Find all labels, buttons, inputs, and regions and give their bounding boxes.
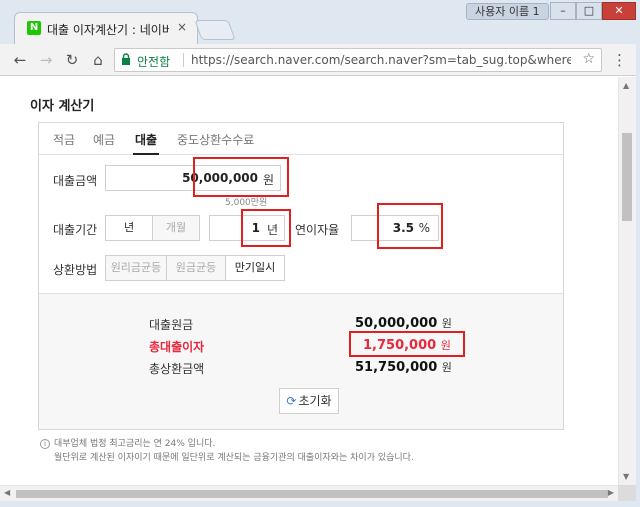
lock-icon bbox=[122, 53, 130, 65]
browser-tab[interactable]: N 대출 이자계산기 : 네이버 × bbox=[14, 12, 198, 44]
naver-favicon-icon: N bbox=[27, 21, 41, 35]
principal-amount: 50,000,000 bbox=[355, 316, 438, 331]
refresh-icon: ⟳ bbox=[286, 394, 297, 408]
horizontal-scroll-thumb[interactable] bbox=[16, 490, 608, 498]
calculator-tabs: 적금 예금 대출 중도상환수수료 bbox=[39, 123, 563, 155]
browser-toolbar: ← → ↻ ⌂ 안전함 https://search.naver.com/sea… bbox=[0, 44, 640, 76]
period-year-button[interactable]: 년 bbox=[105, 215, 153, 241]
principal-unit: 원 bbox=[441, 317, 452, 330]
browser-menu-icon[interactable]: ⋮ bbox=[612, 50, 627, 70]
scroll-left-icon[interactable]: ◀ bbox=[4, 488, 10, 497]
period-label: 대출기간 bbox=[53, 223, 98, 237]
window-titlebar: N 대출 이자계산기 : 네이버 × 사용자 이름 1 – □ ✕ bbox=[0, 0, 640, 44]
horizontal-scrollbar[interactable]: ◀ ▶ bbox=[0, 485, 618, 501]
scrollbar-corner bbox=[618, 485, 636, 501]
tab-close-icon[interactable]: × bbox=[177, 20, 187, 34]
principal-label: 대출원금 bbox=[149, 318, 194, 332]
tab-title: 대출 이자계산기 : 네이버 bbox=[47, 23, 169, 37]
rate-label: 연이자율 bbox=[295, 223, 340, 237]
total-value: 51,750,000 원 bbox=[355, 359, 452, 375]
amount-highlight-box bbox=[193, 157, 289, 197]
rate-highlight-box bbox=[377, 203, 443, 249]
scroll-up-icon[interactable]: ▲ bbox=[623, 81, 629, 90]
reset-label: 초기화 bbox=[298, 394, 332, 408]
window-frame-bottom bbox=[0, 501, 640, 507]
scroll-down-icon[interactable]: ▼ bbox=[623, 472, 629, 481]
profile-button[interactable]: 사용자 이름 1 bbox=[466, 3, 549, 20]
interest-label: 총대출이자 bbox=[149, 340, 205, 354]
page-viewport: 이자 계산기 적금 예금 대출 중도상환수수료 대출금액 50,000,000 … bbox=[0, 77, 618, 485]
calculator-card: 적금 예금 대출 중도상환수수료 대출금액 50,000,000 원 5,000… bbox=[38, 122, 564, 430]
window-frame-right bbox=[636, 44, 640, 507]
repay-bullet-button[interactable]: 만기일시 bbox=[225, 255, 285, 281]
new-tab-button[interactable] bbox=[194, 20, 236, 40]
tab-deposit[interactable]: 예금 bbox=[93, 131, 115, 148]
total-label: 총상환금액 bbox=[149, 362, 205, 376]
tab-loan[interactable]: 대출 bbox=[132, 131, 160, 155]
calculator-title: 이자 계산기 bbox=[30, 99, 95, 114]
vertical-scrollbar[interactable]: ▲ ▼ bbox=[618, 77, 636, 485]
result-panel: 대출원금 50,000,000 원 총대출이자 1,750,000 원 총상환금… bbox=[39, 293, 563, 429]
interest-highlight-box bbox=[349, 331, 465, 357]
reset-button[interactable]: ⟳ 초기화 bbox=[279, 388, 339, 414]
close-window-button[interactable]: ✕ bbox=[602, 2, 636, 20]
reload-icon[interactable]: ↻ bbox=[62, 50, 82, 70]
back-arrow-icon[interactable]: ← bbox=[10, 50, 30, 70]
note-line-1: i 대부업체 법정 최고금리는 연 24% 입니다. bbox=[40, 437, 414, 451]
tab-prepayment-fee[interactable]: 중도상환수수료 bbox=[177, 131, 254, 148]
secure-label: 안전함 bbox=[137, 55, 171, 69]
note-text-1: 대부업체 법정 최고금리는 연 24% 입니다. bbox=[54, 439, 216, 449]
tab-savings[interactable]: 적금 bbox=[53, 131, 75, 148]
address-separator bbox=[183, 53, 184, 67]
info-icon: i bbox=[40, 439, 50, 449]
forward-arrow-icon[interactable]: → bbox=[36, 50, 56, 70]
address-bar[interactable]: 안전함 https://search.naver.com/search.nave… bbox=[114, 48, 602, 72]
total-amount: 51,750,000 bbox=[355, 360, 438, 375]
home-icon[interactable]: ⌂ bbox=[88, 50, 108, 70]
maximize-button[interactable]: □ bbox=[576, 2, 602, 20]
scroll-right-icon[interactable]: ▶ bbox=[608, 488, 614, 497]
vertical-scroll-thumb[interactable] bbox=[622, 133, 632, 221]
period-month-button[interactable]: 개월 bbox=[152, 215, 200, 241]
amount-label: 대출금액 bbox=[53, 174, 98, 188]
repay-equal-principal-button[interactable]: 원금균등 bbox=[166, 255, 226, 281]
bookmark-star-icon[interactable]: ☆ bbox=[582, 51, 595, 67]
note-line-2: 월단위로 계산된 이자이기 때문에 일단위로 계산되는 금융기관의 대출이자와는… bbox=[54, 453, 414, 463]
notes: i 대부업체 법정 최고금리는 연 24% 입니다. 월단위로 계산된 이자이기 … bbox=[40, 437, 414, 465]
minimize-button[interactable]: – bbox=[550, 2, 576, 20]
url-text[interactable]: https://search.naver.com/search.naver?sm… bbox=[191, 53, 571, 67]
total-unit: 원 bbox=[441, 361, 452, 374]
repay-equal-installment-button[interactable]: 원리금균등 bbox=[105, 255, 167, 281]
period-highlight-box bbox=[241, 209, 291, 247]
principal-value: 50,000,000 원 bbox=[355, 315, 452, 331]
repay-label: 상환방법 bbox=[53, 263, 98, 277]
